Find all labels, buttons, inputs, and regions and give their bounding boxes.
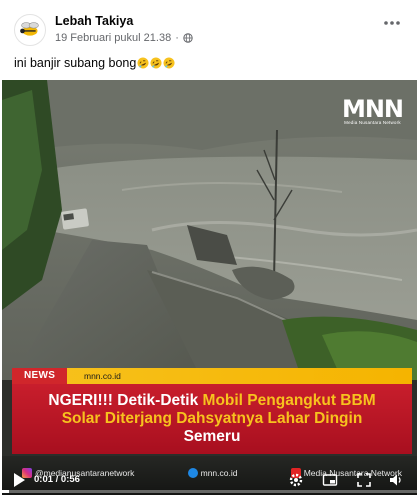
video-progress-fill	[2, 490, 10, 493]
headline: NGERI!!! Detik-Detik Mobil Pengangkut BB…	[37, 392, 387, 446]
laughing-emoji-icon	[137, 57, 149, 69]
facebook-post: Lebah Takiya 19 Februari pukul 21.38 · i…	[0, 0, 419, 497]
laughing-emoji-icon	[150, 57, 162, 69]
watermark-subtitle: Media Nusantara Network	[344, 120, 401, 125]
news-lower-third: NEWS mnn.co.id NGERI!!! Detik-Detik Mobi…	[12, 368, 412, 466]
video-frame-flood-scene	[2, 80, 417, 380]
headline-box: NGERI!!! Detik-Detik Mobil Pengangkut BB…	[12, 384, 412, 454]
picture-in-picture-icon[interactable]	[322, 472, 338, 488]
globe-icon	[183, 33, 193, 43]
headline-part-1: NGERI!!! Detik-Detik	[48, 392, 203, 409]
volume-icon[interactable]	[388, 472, 404, 488]
mnn-watermark-logo: MNN Media Nusantara Network	[341, 95, 404, 125]
video-player[interactable]: MNN Media Nusantara Network NEWS mnn.co.…	[2, 80, 417, 495]
play-icon[interactable]	[12, 472, 26, 488]
time-display: 0:01 / 0:56	[34, 474, 80, 485]
author-name[interactable]: Lebah Takiya	[55, 14, 133, 28]
news-site: mnn.co.id	[84, 371, 121, 381]
post-caption: ini banjir subang bong	[14, 56, 175, 70]
laughing-emoji-icon	[163, 57, 175, 69]
watermark-logo-text: MNN	[341, 95, 404, 123]
post-meta: 19 Februari pukul 21.38 ·	[55, 32, 193, 44]
headline-part-2: Semeru	[183, 428, 241, 445]
news-strip	[12, 368, 412, 384]
meta-separator: ·	[175, 32, 179, 44]
video-controls: 0:01 / 0:56	[2, 468, 417, 493]
post-date[interactable]: 19 Februari pukul 21.38	[55, 32, 171, 44]
fullscreen-icon[interactable]	[356, 472, 372, 488]
news-tag: NEWS	[12, 368, 68, 384]
more-options-icon[interactable]	[383, 20, 401, 26]
caption-text: ini banjir subang bong	[14, 56, 137, 70]
settings-gear-icon[interactable]	[288, 472, 304, 488]
video-progress-bar[interactable]	[2, 490, 417, 493]
avatar[interactable]	[14, 14, 46, 46]
